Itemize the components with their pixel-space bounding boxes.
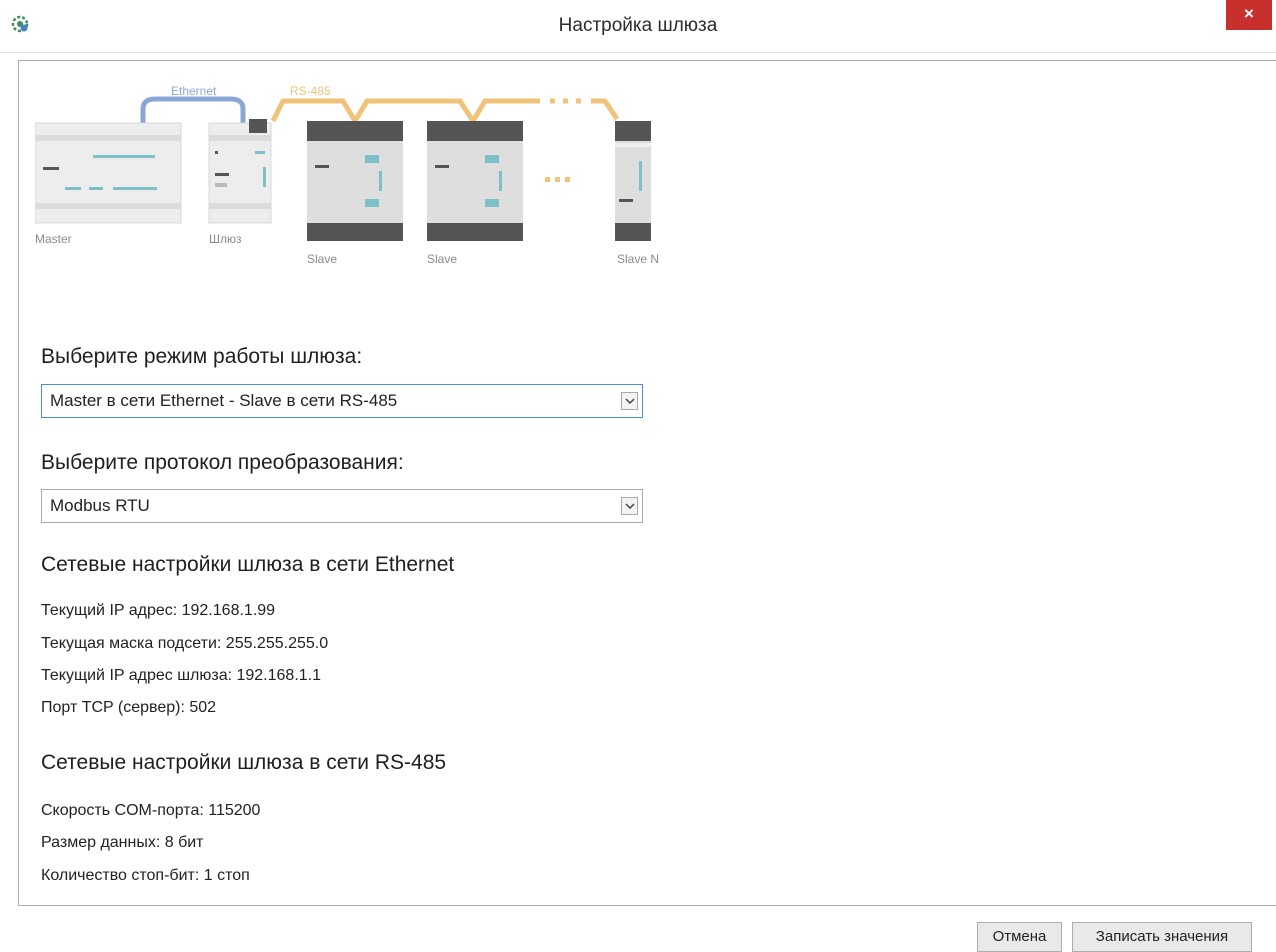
title-bar: Настройка шлюза × bbox=[0, 0, 1276, 53]
slave-device-1 bbox=[307, 121, 403, 241]
rs485-cable bbox=[270, 98, 540, 123]
rs485-datasize-row: Размер данных: 8 бит bbox=[41, 834, 204, 851]
rs485-cable-tail bbox=[550, 98, 620, 121]
ethernet-gateway-row: Текущий IP адрес шлюза: 192.168.1.1 bbox=[41, 667, 322, 684]
protocol-select-arrow[interactable] bbox=[621, 497, 638, 515]
slave-device-n bbox=[615, 121, 651, 241]
rs485-speed-row: Скорость COM-порта: 115200 bbox=[41, 802, 261, 819]
slave-device-2 bbox=[427, 121, 523, 241]
ethernet-port-row: Порт TCP (сервер): 502 bbox=[41, 699, 217, 716]
mode-select-arrow[interactable] bbox=[621, 392, 638, 410]
window-title: Настройка шлюза bbox=[558, 15, 718, 36]
content-panel: Ethernet RS-485 Master Шлюз Slave Slave … bbox=[18, 60, 1276, 906]
ethernet-settings-title: Сетевые настройки шлюза в сети Ethernet bbox=[41, 553, 455, 576]
network-diagram: Ethernet RS-485 Master Шлюз Slave Slave … bbox=[35, 84, 659, 266]
chevron-down-icon bbox=[625, 398, 635, 405]
mode-select-value: Master в сети Ethernet - Slave в сети RS… bbox=[50, 391, 398, 410]
gateway-device bbox=[208, 119, 272, 224]
rs485-stopbits-row: Количество стоп-бит: 1 стоп bbox=[41, 867, 250, 884]
slave-label-1: Slave bbox=[307, 252, 337, 266]
ellipsis-dots bbox=[545, 177, 570, 182]
ethernet-ip-row: Текущий IP адрес: 192.168.1.99 bbox=[41, 602, 276, 619]
chevron-down-icon bbox=[625, 503, 635, 510]
mode-select[interactable]: Master в сети Ethernet - Slave в сети RS… bbox=[41, 384, 643, 418]
ethernet-mask-row: Текущая маска подсети: 255.255.255.0 bbox=[41, 635, 329, 652]
cancel-button[interactable]: Отмена bbox=[977, 922, 1062, 952]
mode-heading: Выберите режим работы шлюза: bbox=[41, 345, 363, 368]
write-values-button[interactable]: Записать значения bbox=[1072, 922, 1252, 952]
protocol-select[interactable]: Modbus RTU bbox=[41, 489, 643, 523]
rs485-settings-title: Сетевые настройки шлюза в сети RS-485 bbox=[41, 751, 447, 774]
close-icon: × bbox=[1244, 4, 1254, 23]
gateway-label: Шлюз bbox=[209, 232, 242, 246]
master-device bbox=[35, 122, 182, 224]
protocol-heading: Выберите протокол преобразования: bbox=[41, 451, 404, 474]
protocol-select-value: Modbus RTU bbox=[50, 496, 150, 515]
ethernet-cable bbox=[140, 96, 246, 123]
master-label: Master bbox=[35, 232, 72, 246]
close-button[interactable]: × bbox=[1226, 0, 1272, 30]
slave-n-label: Slave N bbox=[617, 252, 659, 266]
ethernet-label: Ethernet bbox=[171, 84, 217, 98]
slave-label-2: Slave bbox=[427, 252, 457, 266]
rs485-label: RS-485 bbox=[290, 84, 331, 98]
